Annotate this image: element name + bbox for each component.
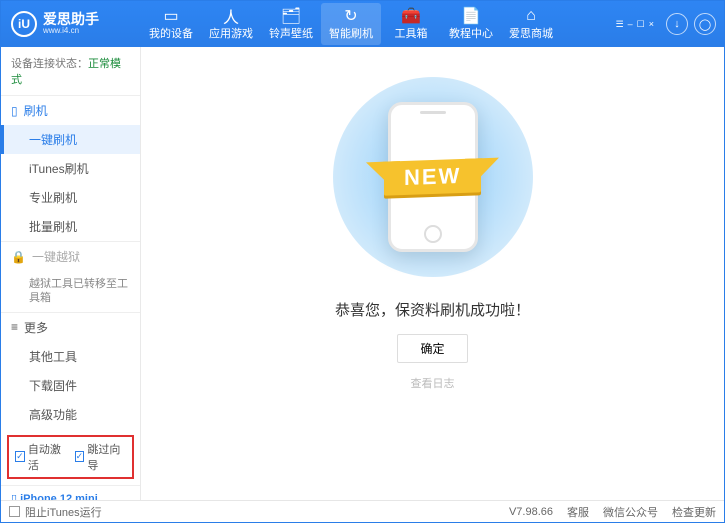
section-title: 更多: [24, 319, 48, 336]
check-icon: ✓: [75, 451, 85, 462]
sidebar-item-other-tools[interactable]: 其他工具: [1, 342, 140, 371]
nav-my-device[interactable]: ▭我的设备: [141, 3, 201, 45]
connection-label: 设备连接状态：: [11, 58, 88, 70]
link-support[interactable]: 客服: [567, 504, 589, 520]
nav-label: 铃声壁纸: [261, 25, 321, 41]
minimize-icon[interactable]: –: [628, 19, 633, 30]
sidebar-item-batch-flash[interactable]: 批量刷机: [1, 212, 140, 241]
checkbox-label: 自动激活: [28, 441, 67, 473]
sidebar-item-download-firmware[interactable]: 下载固件: [1, 371, 140, 400]
nav-ringtones-wallpapers[interactable]: 🗂铃声壁纸: [261, 3, 321, 45]
section-flash[interactable]: ▯ 刷机: [1, 96, 140, 125]
close-icon[interactable]: ×: [649, 19, 654, 30]
app-title: 爱思助手: [43, 12, 99, 27]
checkbox-label: 跳过向导: [87, 441, 126, 473]
nav-store[interactable]: ⌂爱思商城: [501, 3, 561, 45]
more-icon: ≡: [11, 320, 18, 334]
link-wechat[interactable]: 微信公众号: [603, 504, 658, 520]
nav-apps-games[interactable]: 人应用游戏: [201, 3, 261, 45]
nav-tutorials[interactable]: 📄教程中心: [441, 3, 501, 45]
device-panel[interactable]: ▯ iPhone 12 mini 64GB Down-12mini-13,1: [1, 485, 140, 500]
section-more[interactable]: ≡ 更多: [1, 313, 140, 342]
flash-section-icon: ▯: [11, 104, 18, 118]
ok-button[interactable]: 确定: [397, 334, 467, 363]
app-logo: iU 爱思助手 www.i4.cn: [1, 11, 141, 37]
nav-smart-flash[interactable]: ↻智能刷机: [321, 3, 381, 45]
phone-icon: ▯: [11, 493, 17, 500]
window-controls: ☰ – ☐ × ↓ ◯: [608, 13, 724, 35]
tutorial-icon: 📄: [441, 7, 501, 25]
success-message: 恭喜您，保资料刷机成功啦！: [335, 299, 530, 320]
check-icon: ✓: [15, 451, 25, 462]
app-subtitle: www.i4.cn: [43, 27, 99, 36]
store-icon: ⌂: [501, 7, 561, 25]
link-check-update[interactable]: 检查更新: [672, 504, 716, 520]
options-highlight: ✓ 自动激活 ✓ 跳过向导: [7, 435, 134, 479]
new-ribbon: NEW: [384, 158, 481, 195]
section-title: 刷机: [24, 102, 48, 119]
jailbreak-note: 越狱工具已转移至工具箱: [1, 271, 140, 312]
checkbox-skip-guide[interactable]: ✓ 跳过向导: [75, 441, 127, 473]
block-itunes-label: 阻止iTunes运行: [25, 504, 102, 520]
lock-icon: 🔒: [11, 250, 26, 264]
toolbox-icon: 🧰: [381, 7, 441, 25]
section-title: 一键越狱: [32, 248, 80, 265]
nav-label: 应用游戏: [201, 25, 261, 41]
sidebar-item-itunes-flash[interactable]: iTunes刷机: [1, 154, 140, 183]
device-name: iPhone 12 mini: [20, 493, 98, 500]
checkbox-block-itunes[interactable]: [9, 506, 20, 517]
checkbox-auto-activate[interactable]: ✓ 自动激活: [15, 441, 67, 473]
settings-icon[interactable]: ☰: [616, 19, 624, 30]
success-illustration: NEW: [303, 77, 563, 277]
titlebar: iU 爱思助手 www.i4.cn ▭我的设备 人应用游戏 🗂铃声壁纸 ↻智能刷…: [1, 1, 724, 47]
sidebar-item-oneclick-flash[interactable]: 一键刷机: [1, 125, 140, 154]
sidebar: 设备连接状态：正常模式 ▯ 刷机 一键刷机 iTunes刷机 专业刷机 批量刷机…: [1, 47, 141, 500]
section-jailbreak[interactable]: 🔒 一键越狱: [1, 242, 140, 271]
flash-icon: ↻: [321, 7, 381, 25]
main-content: NEW 恭喜您，保资料刷机成功啦！ 确定 查看日志: [141, 47, 724, 500]
nav-label: 爱思商城: [501, 25, 561, 41]
download-button[interactable]: ↓: [666, 13, 688, 35]
nav-label: 工具箱: [381, 25, 441, 41]
top-nav: ▭我的设备 人应用游戏 🗂铃声壁纸 ↻智能刷机 🧰工具箱 📄教程中心 ⌂爱思商城: [141, 3, 608, 45]
nav-toolbox[interactable]: 🧰工具箱: [381, 3, 441, 45]
nav-label: 教程中心: [441, 25, 501, 41]
sidebar-item-advanced[interactable]: 高级功能: [1, 400, 140, 429]
user-button[interactable]: ◯: [694, 13, 716, 35]
nav-label: 我的设备: [141, 25, 201, 41]
media-icon: 🗂: [261, 7, 321, 25]
statusbar: 阻止iTunes运行 V7.98.66 客服 微信公众号 检查更新: [1, 500, 724, 522]
version-text: V7.98.66: [509, 506, 553, 518]
device-icon: ▭: [141, 7, 201, 25]
sidebar-item-pro-flash[interactable]: 专业刷机: [1, 183, 140, 212]
maximize-icon[interactable]: ☐: [637, 19, 645, 30]
apps-icon: 人: [201, 7, 261, 25]
logo-icon: iU: [11, 11, 37, 37]
connection-status: 设备连接状态：正常模式: [1, 47, 140, 95]
view-log-link[interactable]: 查看日志: [411, 375, 455, 391]
nav-label: 智能刷机: [321, 25, 381, 41]
